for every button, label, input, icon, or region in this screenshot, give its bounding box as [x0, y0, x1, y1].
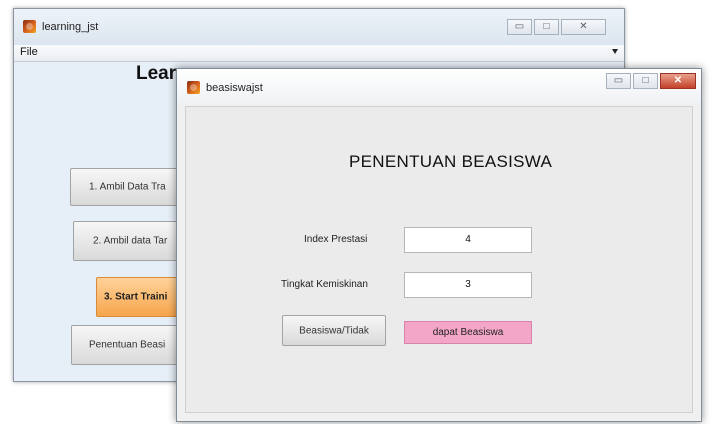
ambil-data-training-button[interactable]: 1. Ambil Data Tra	[70, 168, 188, 206]
index-prestasi-label: Index Prestasi	[304, 234, 368, 245]
window-title: learning_jst	[42, 21, 99, 33]
minimize-button[interactable]: ▭	[606, 73, 631, 89]
page-title: Lear	[136, 63, 177, 84]
menu-file[interactable]: File	[20, 46, 38, 58]
window-title: beasiswajst	[206, 82, 263, 94]
ambil-data-target-button[interactable]: 2. Ambil data Tar	[73, 221, 187, 261]
matlab-app-icon	[23, 20, 36, 33]
minimize-button[interactable]: ▭	[507, 19, 532, 35]
matlab-app-icon	[187, 81, 200, 94]
tingkat-kemiskinan-input[interactable]: 3	[404, 272, 532, 298]
menu-bar: File	[14, 45, 624, 62]
form-title: PENENTUAN BEASISWA	[349, 152, 553, 171]
close-button[interactable]: ✕	[561, 19, 606, 35]
beasiswa-window: beasiswajst ▭ □ ✕ PENENTUAN BEASISWA Ind…	[176, 68, 702, 422]
close-button[interactable]: ✕	[660, 73, 696, 89]
beasiswa-tidak-button[interactable]: Beasiswa/Tidak	[282, 315, 386, 346]
beasiswa-window-titlebar[interactable]: beasiswajst ▭ □ ✕	[177, 69, 701, 105]
button-label: 1. Ambil Data Tra	[89, 181, 166, 193]
tingkat-kemiskinan-label: Tingkat Kemiskinan	[281, 279, 368, 290]
penentuan-beasiswa-button[interactable]: Penentuan Beasi	[71, 325, 188, 365]
button-label: 3. Start Traini	[104, 291, 168, 303]
start-training-button[interactable]: 3. Start Traini	[96, 277, 188, 317]
result-display: dapat Beasiswa	[404, 321, 532, 344]
index-prestasi-input[interactable]: 4	[404, 227, 532, 253]
button-label: Penentuan Beasi	[89, 339, 166, 351]
chevron-down-icon[interactable]	[612, 49, 618, 54]
maximize-button[interactable]: □	[534, 19, 559, 35]
button-label: 2. Ambil data Tar	[93, 235, 168, 247]
learning-window-titlebar[interactable]: learning_jst ▭ □ ✕	[14, 9, 624, 45]
maximize-button[interactable]: □	[633, 73, 658, 89]
button-label: Beasiswa/Tidak	[299, 325, 369, 336]
